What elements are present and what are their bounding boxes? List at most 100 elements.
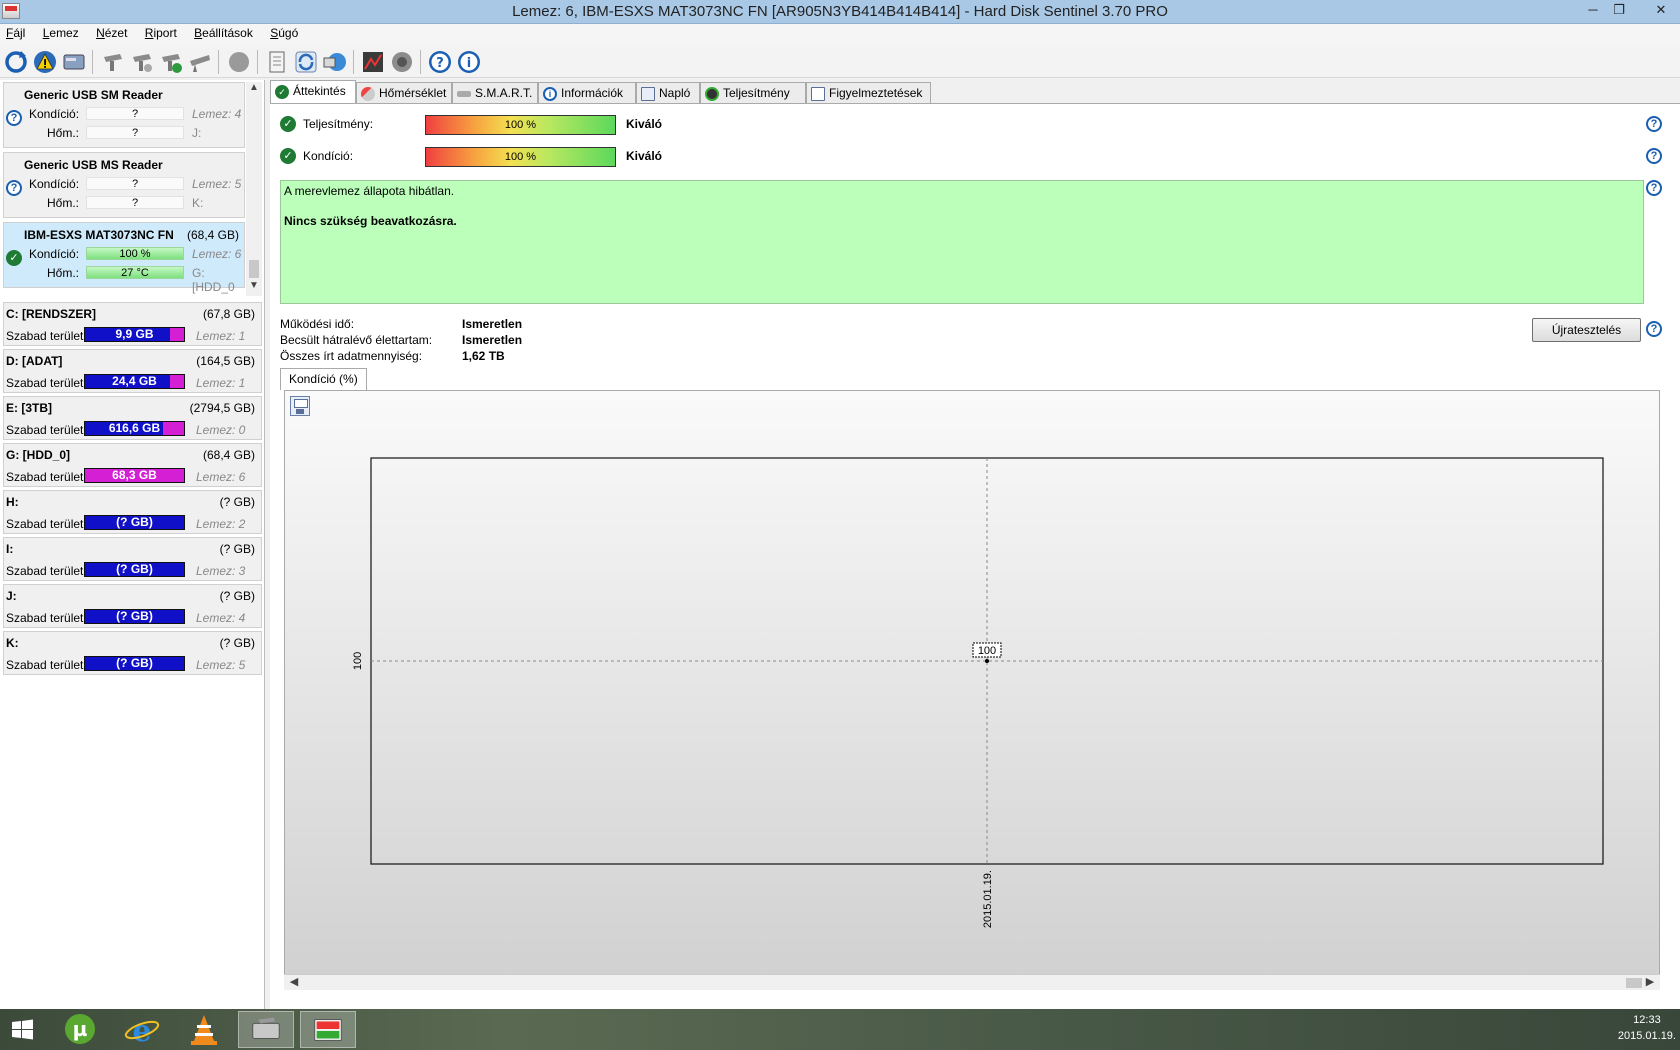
disk-card-selected[interactable]: IBM-ESXS MAT3073NC FN (68,4 GB) ✓ Kondíc… [3, 222, 245, 294]
volume-card[interactable]: G: [HDD_0] (68,4 GB) Szabad terület 68,3 GB… [3, 443, 262, 487]
refresh-icon[interactable] [3, 49, 29, 75]
status-message: A merevlemez állapota hibátlan. [284, 184, 455, 198]
free-space-bar: 68,3 GB [84, 468, 185, 483]
tab-overview[interactable]: ✓ Áttekintés [270, 80, 356, 104]
scroll-thumb[interactable] [1626, 978, 1642, 988]
volume-size: (164,5 GB) [196, 354, 255, 368]
free-space-value: (? GB) [116, 656, 153, 670]
disk-card[interactable]: Generic USB SM Reader ? Kondíció: ? Leme… [3, 82, 245, 148]
info-icon[interactable]: i [456, 49, 482, 75]
disk-report-icon[interactable] [61, 49, 87, 75]
tab-label: Figyelmeztetések [829, 86, 923, 100]
scroll-right-icon[interactable]: ▶ [1642, 975, 1658, 991]
volume-card[interactable]: E: [3TB] (2794,5 GB) Szabad terület 616,6 G… [3, 396, 262, 440]
volume-card[interactable]: J: (? GB) Szabad terület (? GB) Lemez: 4 [3, 584, 262, 628]
scroll-thumb[interactable] [249, 260, 259, 278]
acoustic-icon[interactable] [226, 49, 252, 75]
temperature-bar: 27 °C [86, 266, 184, 279]
help-icon[interactable]: ? [1646, 180, 1662, 196]
toolbar-separator [92, 50, 93, 74]
help-icon[interactable]: ? [427, 49, 453, 75]
network-icon[interactable] [322, 49, 348, 75]
free-space-label: Szabad terület [6, 329, 84, 343]
menu-disk[interactable]: Lemez [37, 24, 87, 40]
volume-size: (? GB) [219, 636, 255, 650]
toolbar-separator [257, 50, 258, 74]
internet-explorer-icon[interactable]: e [114, 1011, 170, 1048]
check-icon: ✓ [280, 116, 296, 132]
hard-disk-sentinel-icon[interactable] [300, 1011, 356, 1048]
help-icon[interactable]: ? [1646, 148, 1662, 164]
volume-card[interactable]: H: (? GB) Szabad terület (? GB) Lemez: 2 [3, 490, 262, 534]
close-button[interactable]: ✕ [1648, 2, 1674, 20]
written-row: Összes írt adatmennyiség: 1,62 TB [280, 349, 505, 363]
disk-ref: Lemez: 5 [192, 177, 242, 191]
tab-performance[interactable]: Teljesítmény [700, 82, 806, 104]
help-icon[interactable]: ? [1646, 116, 1662, 132]
vlc-icon[interactable] [176, 1011, 232, 1048]
written-value: 1,62 TB [462, 349, 505, 363]
menu-report[interactable]: Riport [139, 24, 185, 40]
tab-smart[interactable]: S.M.A.R.T. [452, 82, 538, 104]
volume-size: (2794,5 GB) [189, 401, 255, 415]
scroll-left-icon[interactable]: ◀ [286, 975, 302, 991]
scroll-down-icon[interactable]: ▼ [246, 280, 262, 294]
menu-settings[interactable]: Beállítások [188, 24, 261, 40]
random-seek-icon[interactable] [187, 49, 213, 75]
retest-button[interactable]: Újratesztelés [1532, 318, 1641, 342]
utorrent-icon[interactable]: µ [52, 1011, 108, 1048]
tab-label: Teljesítmény [723, 86, 790, 100]
log-icon [641, 87, 655, 101]
performance-rating: Kiváló [626, 117, 663, 131]
disk-tool-icon[interactable] [238, 1011, 294, 1048]
disk-list-scrollbar[interactable]: ▲ ▼ [246, 82, 262, 296]
taskbar-clock[interactable]: 12:33 2015.01.19. [1618, 1012, 1676, 1044]
minimize-button[interactable]: ─ [1580, 2, 1606, 20]
performance-bar: 100 % [425, 115, 616, 135]
free-space-value: 24,4 GB [112, 374, 157, 388]
taskbar: µ e 12:33 2015.01.19. [0, 1009, 1680, 1050]
volume-card[interactable]: K: (? GB) Szabad terület (? GB) Lemez: 5 [3, 631, 262, 675]
extended-test-icon[interactable] [158, 49, 184, 75]
short-test-icon[interactable] [129, 49, 155, 75]
gauge-icon [705, 87, 719, 101]
menu-help[interactable]: Súgó [264, 24, 306, 40]
svg-text:?: ? [436, 56, 444, 71]
temperature-label: Hőm.: [47, 196, 80, 210]
volume-disk-ref: Lemez: 1 [196, 376, 246, 390]
scroll-up-icon[interactable]: ▲ [246, 82, 262, 96]
document-icon[interactable] [264, 49, 290, 75]
chart-horizontal-scrollbar[interactable]: ◀ ▶ [284, 974, 1660, 990]
surface-test-icon[interactable] [100, 49, 126, 75]
data-label: 100 [978, 645, 996, 657]
condition-label: Kondíció: [29, 177, 80, 191]
tab-label: Információk [561, 86, 624, 100]
condition-bar: ? [86, 107, 184, 120]
tab-log[interactable]: Napló [636, 82, 700, 104]
volume-disk-ref: Lemez: 6 [196, 470, 246, 484]
alert-icon[interactable] [32, 49, 58, 75]
chart-tab-condition[interactable]: Kondíció (%) [280, 368, 367, 390]
windows-start-icon[interactable] [0, 1011, 46, 1048]
tab-information[interactable]: i Információk [538, 82, 636, 104]
volume-card[interactable]: I: (? GB) Szabad terület (? GB) Lemez: 3 [3, 537, 262, 581]
volume-name: K: [6, 636, 19, 650]
sync-icon[interactable] [293, 49, 319, 75]
help-icon[interactable]: ? [1646, 321, 1662, 337]
disk-card[interactable]: Generic USB MS Reader ? Kondíció: ? Leme… [3, 152, 245, 218]
tab-alerts[interactable]: Figyelmeztetések [806, 82, 931, 104]
volume-card[interactable]: D: [ADAT] (164,5 GB) Szabad terület 24,4 GB… [3, 349, 262, 393]
tab-label: S.M.A.R.T. [475, 86, 533, 100]
performance-chart-icon[interactable] [360, 49, 386, 75]
menu-file[interactable]: Fájl [0, 24, 33, 40]
speaker-icon[interactable] [389, 49, 415, 75]
tab-temperature[interactable]: Hőmérséklet [356, 82, 452, 104]
menu-view[interactable]: Nézet [90, 24, 135, 40]
disk-ref: Lemez: 6 [192, 247, 242, 261]
volume-card[interactable]: C: [RENDSZER] (67,8 GB) Szabad terület 9,9 … [3, 302, 262, 346]
condition-bar: 100 % [86, 247, 184, 260]
maximize-button[interactable]: ❐ [1606, 2, 1632, 20]
temperature-bar: ? [86, 196, 184, 209]
volume-size: (? GB) [219, 495, 255, 509]
action-message: Nincs szükség beavatkozásra. [284, 214, 457, 228]
